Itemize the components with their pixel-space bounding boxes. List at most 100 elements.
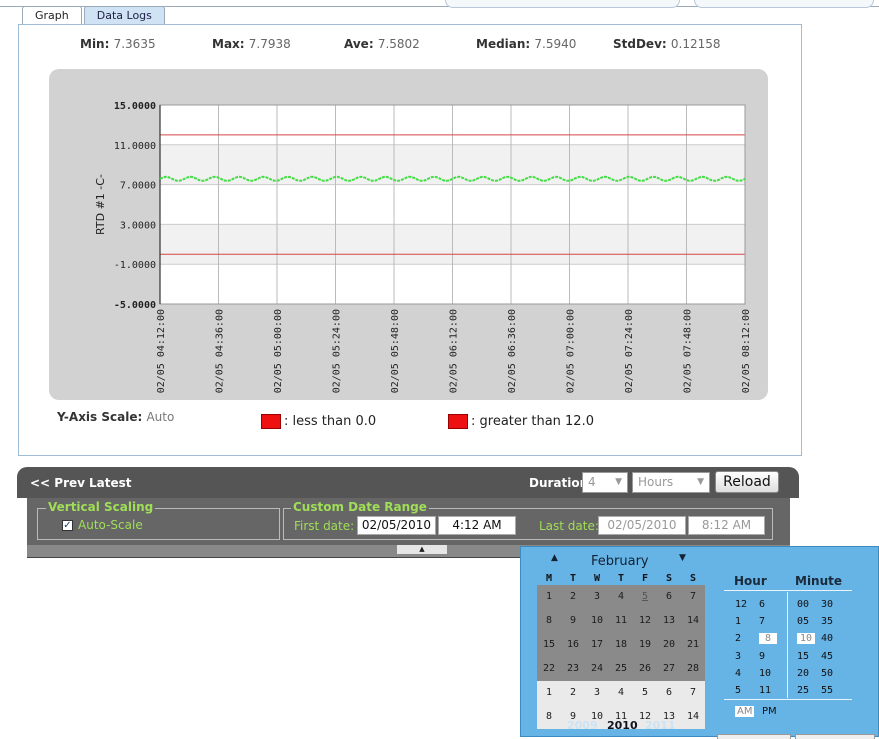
day-cell[interactable]: 22	[537, 657, 561, 681]
minute-cell[interactable]: 40	[821, 633, 839, 644]
stat-median-label: Median:	[476, 37, 531, 51]
minute-cell[interactable]: 30	[821, 599, 839, 610]
day-cell[interactable]: 19	[633, 633, 657, 657]
day-cell[interactable]: 5	[633, 681, 657, 705]
day-cell[interactable]: 20	[657, 633, 681, 657]
hour-cell[interactable]: 8	[759, 633, 777, 644]
day-cell[interactable]: 1	[537, 585, 561, 609]
first-date-input[interactable]: 02/05/2010	[357, 516, 436, 535]
first-time-input[interactable]: 4:12 AM	[438, 516, 516, 535]
minute-cell[interactable]: 35	[821, 616, 839, 627]
minute-cell[interactable]: 55	[821, 685, 839, 696]
day-cell[interactable]: 8	[537, 609, 561, 633]
hour-cell[interactable]: 7	[759, 616, 777, 627]
day-cell[interactable]: 14	[681, 609, 705, 633]
reload-button[interactable]: Reload	[715, 471, 779, 493]
hour-cell[interactable]: 4	[735, 668, 753, 679]
pm-toggle[interactable]: PM	[762, 706, 777, 717]
day-cell[interactable]: 2	[561, 585, 585, 609]
week-row: 1234567	[537, 585, 705, 609]
month-title: February	[591, 554, 649, 569]
legend-greater-swatch	[448, 414, 468, 429]
day-cell[interactable]: 21	[681, 633, 705, 657]
hm-divider	[724, 590, 852, 591]
day-cell[interactable]: 9	[561, 609, 585, 633]
day-cell[interactable]: 25	[609, 657, 633, 681]
day-cell[interactable]: 17	[585, 633, 609, 657]
day-cell[interactable]: 7	[681, 681, 705, 705]
y-tick-label: 11.0000	[114, 141, 156, 152]
hour-cell[interactable]: 12	[735, 599, 753, 610]
hour-cell[interactable]: 10	[759, 668, 777, 679]
minute-cell[interactable]: 50	[821, 668, 839, 679]
x-tick-label: 02/05 06:36:00	[507, 309, 518, 393]
day-cell[interactable]: 3	[585, 681, 609, 705]
minute-cell[interactable]: 20	[797, 668, 815, 679]
last-time-input[interactable]: 8:12 AM	[688, 516, 765, 535]
minute-cell[interactable]: 45	[821, 651, 839, 662]
day-cell[interactable]: 13	[657, 609, 681, 633]
day-cell[interactable]: 4	[609, 681, 633, 705]
tab-graph[interactable]: Graph	[22, 6, 82, 25]
prev-month-icon[interactable]: ▲	[551, 553, 558, 563]
tab-bar: Graph Data Logs	[22, 6, 167, 25]
duration-select[interactable]: 4 ▼	[582, 472, 628, 493]
chart-svg: 15.0000 11.0000 7.0000 3.0000 -1.0000 -5.0000…	[94, 101, 752, 393]
day-cell[interactable]: 6	[657, 585, 681, 609]
day-cell[interactable]: 27	[657, 657, 681, 681]
hour-cell[interactable]: 9	[759, 651, 777, 662]
weekday-label: S	[689, 573, 697, 584]
day-cell[interactable]: 26	[633, 657, 657, 681]
prev-link[interactable]: << Prev	[30, 476, 85, 490]
last-date-input[interactable]: 02/05/2010	[598, 516, 686, 535]
week-row: 22 23 24 25 26 27 28	[537, 657, 705, 681]
last-date-label: Last date:	[539, 519, 599, 533]
year-prev[interactable]: 2009	[567, 719, 598, 732]
day-cell[interactable]: 14	[681, 705, 705, 729]
minute-cell[interactable]: 05	[797, 616, 815, 627]
hour-cell[interactable]: 2	[735, 633, 753, 644]
hour-cell[interactable]: 3	[735, 651, 753, 662]
year-next[interactable]: 2011	[645, 719, 676, 732]
unit-select[interactable]: Hours ▼	[632, 472, 710, 493]
minute-cell[interactable]: 25	[797, 685, 815, 696]
y-axis-scale-label: Y-Axis Scale:	[57, 410, 143, 424]
day-cell[interactable]: 28	[681, 657, 705, 681]
day-cell[interactable]: 16	[561, 633, 585, 657]
hour-cell[interactable]: 5	[735, 685, 753, 696]
next-month-icon[interactable]: ▼	[679, 553, 686, 563]
x-tick-label: 02/05 07:24:00	[624, 309, 635, 393]
minute-cell[interactable]: 00	[797, 599, 815, 610]
day-cell[interactable]: 10	[585, 609, 609, 633]
day-cell[interactable]: 7	[681, 585, 705, 609]
collapse-grip-icon[interactable]: ▲	[397, 545, 447, 554]
hour-cell[interactable]: 6	[759, 599, 777, 610]
day-cell[interactable]: 12	[633, 609, 657, 633]
y-tick-label: -5.0000	[114, 300, 156, 311]
hour-cell[interactable]: 11	[759, 685, 777, 696]
day-cell[interactable]: 8	[537, 705, 561, 729]
day-cell[interactable]: 4	[609, 585, 633, 609]
legend-less-swatch	[261, 414, 281, 429]
day-cell[interactable]: 2	[561, 681, 585, 705]
day-cell[interactable]: 3	[585, 585, 609, 609]
day-cell[interactable]: 15	[537, 633, 561, 657]
y-tick-label: 3.0000	[120, 220, 156, 231]
tab-data-logs[interactable]: Data Logs	[83, 6, 165, 25]
day-cell[interactable]: 1	[537, 681, 561, 705]
days-grid: 1 2 3 4 5 6 7 8 9 10 11 12 13 14 15 16 17 18 19 20 21 22 23 24 2…	[537, 585, 705, 732]
weekday-label: S	[665, 573, 673, 584]
day-cell[interactable]: 18	[609, 633, 633, 657]
day-cell[interactable]: 6	[657, 681, 681, 705]
am-toggle[interactable]: AM	[735, 706, 755, 717]
year-current[interactable]: 2010	[607, 719, 638, 732]
latest-link[interactable]: Latest	[89, 476, 132, 490]
day-cell[interactable]: 5	[633, 585, 657, 609]
day-cell[interactable]: 24	[585, 657, 609, 681]
day-cell[interactable]: 11	[609, 609, 633, 633]
auto-scale-checkbox[interactable]: ✓	[62, 520, 73, 531]
minute-cell[interactable]: 15	[797, 651, 815, 662]
minute-cell[interactable]: 10	[797, 633, 815, 644]
day-cell[interactable]: 23	[561, 657, 585, 681]
hour-cell[interactable]: 1	[735, 616, 753, 627]
